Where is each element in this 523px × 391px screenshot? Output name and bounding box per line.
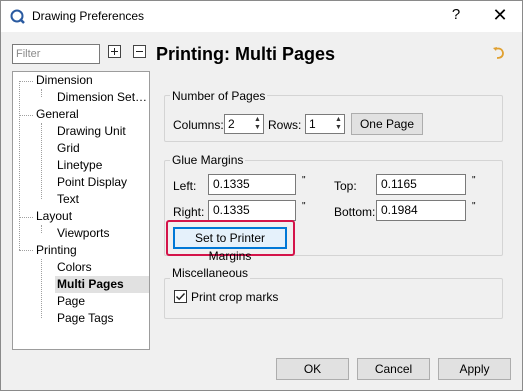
right-margin-label: Right: xyxy=(173,205,205,219)
spin-up-icon[interactable]: ▲ xyxy=(253,116,262,124)
apply-button[interactable]: Apply xyxy=(438,358,511,380)
title-bar: Drawing Preferences ? ✕ xyxy=(1,1,522,32)
columns-label: Columns: xyxy=(173,118,224,132)
tree-item-grid[interactable]: Grid xyxy=(57,140,80,157)
tree-item-page[interactable]: Page xyxy=(57,293,85,310)
close-button[interactable]: ✕ xyxy=(490,5,510,27)
left-margin-field[interactable]: 0.1335 xyxy=(208,174,296,195)
tree-item-dimension[interactable]: Dimension xyxy=(36,72,93,89)
help-button[interactable]: ? xyxy=(447,6,465,26)
spin-down-icon[interactable]: ▼ xyxy=(253,124,262,132)
tree-item-multi-pages[interactable]: Multi Pages xyxy=(55,276,149,293)
reset-icon[interactable] xyxy=(492,46,506,60)
glue-margins-title: Glue Margins xyxy=(170,153,246,167)
tree-item-printing[interactable]: Printing xyxy=(36,242,77,259)
tree-item-viewports[interactable]: Viewports xyxy=(57,225,109,242)
tree-item-dimension-settings[interactable]: Dimension Set… xyxy=(57,89,147,106)
one-page-button[interactable]: One Page xyxy=(351,113,423,135)
set-printer-margins-button[interactable]: Set to Printer Margins xyxy=(173,227,287,263)
tree-item-point-display[interactable]: Point Display xyxy=(57,174,127,191)
page-title: Printing: Multi Pages xyxy=(156,44,336,64)
checkmark-icon xyxy=(176,293,186,301)
filter-input[interactable] xyxy=(12,44,100,64)
top-unit: " xyxy=(472,175,476,186)
right-unit: " xyxy=(302,201,306,212)
expand-all-icon[interactable] xyxy=(108,45,121,58)
bottom-unit: " xyxy=(472,201,476,212)
spin-up-icon[interactable]: ▲ xyxy=(334,116,343,124)
tree-item-text[interactable]: Text xyxy=(57,191,79,208)
ok-button[interactable]: OK xyxy=(276,358,349,380)
number-of-pages-title: Number of Pages xyxy=(170,89,268,103)
bottom-margin-label: Bottom: xyxy=(334,205,376,219)
app-icon xyxy=(10,9,25,24)
window-title: Drawing Preferences xyxy=(32,9,145,23)
print-crop-marks-checkbox[interactable] xyxy=(174,290,187,303)
rows-label: Rows: xyxy=(268,118,302,132)
bottom-margin-field[interactable]: 0.1984 xyxy=(376,200,466,221)
top-margin-label: Top: xyxy=(334,179,357,193)
tree-item-general[interactable]: General xyxy=(36,106,79,123)
tree-item-layout[interactable]: Layout xyxy=(36,208,72,225)
tree-item-colors[interactable]: Colors xyxy=(57,259,92,276)
left-margin-label: Left: xyxy=(173,179,197,193)
print-crop-marks-label[interactable]: Print crop marks xyxy=(191,290,278,304)
tree-item-page-tags[interactable]: Page Tags xyxy=(57,310,114,327)
right-margin-field[interactable]: 0.1335 xyxy=(208,200,296,221)
left-unit: " xyxy=(302,175,306,186)
tree-item-drawing-unit[interactable]: Drawing Unit xyxy=(57,123,126,140)
drawing-preferences-dialog: Drawing Preferences ? ✕ Dimension Dimens… xyxy=(0,0,523,391)
rows-spinbox[interactable]: 1 ▲ ▼ xyxy=(305,114,345,134)
category-tree: Dimension Dimension Set… General Drawing… xyxy=(12,71,150,350)
cancel-button[interactable]: Cancel xyxy=(357,358,430,380)
top-margin-field[interactable]: 0.1165 xyxy=(376,174,466,195)
miscellaneous-title: Miscellaneous xyxy=(170,266,251,280)
collapse-all-icon[interactable] xyxy=(133,45,146,58)
columns-spinbox[interactable]: 2 ▲ ▼ xyxy=(224,114,264,134)
tree-item-linetype[interactable]: Linetype xyxy=(57,157,102,174)
spin-down-icon[interactable]: ▼ xyxy=(334,124,343,132)
